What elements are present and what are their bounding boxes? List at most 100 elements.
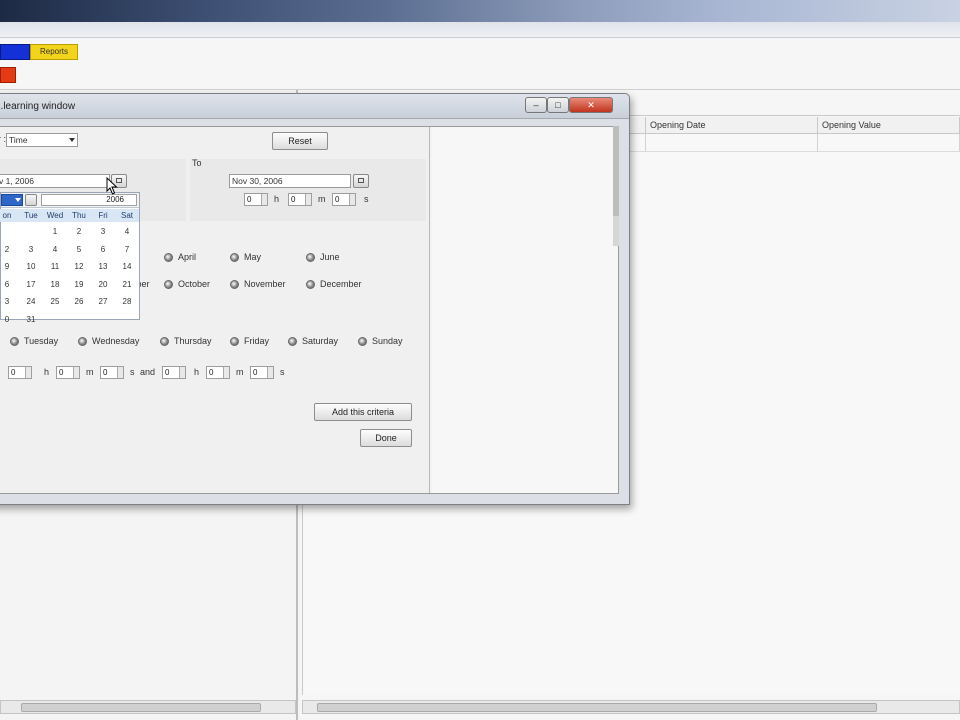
red-toolbar-button[interactable] — [0, 67, 16, 83]
calendar-day-cell[interactable]: 27 — [91, 293, 115, 310]
range-to-hour-spinner[interactable]: 0 — [162, 366, 186, 379]
calendar-day-cell[interactable]: 20 — [91, 276, 115, 293]
calendar-day-cell[interactable]: 3 — [91, 223, 115, 240]
calendar-day-cell[interactable]: 2 — [0, 241, 19, 258]
criteria-form: r : Time Reset To v 1, 2006 Nov 30, 2006… — [0, 127, 430, 493]
calendar-day-cell[interactable]: 9 — [0, 258, 19, 275]
month-radio-may[interactable] — [230, 253, 239, 262]
calendar-day-header: Thu — [67, 209, 91, 222]
to-label: To — [192, 158, 202, 168]
month-radio-april[interactable] — [164, 253, 173, 262]
done-button[interactable]: Done — [360, 429, 412, 447]
scrollbar-thumb[interactable] — [317, 703, 877, 712]
blue-toolbar-button[interactable] — [0, 44, 30, 60]
month-radio-november[interactable] — [230, 280, 239, 289]
calendar-day-cell[interactable]: 18 — [43, 276, 67, 293]
dialog-vertical-scrollbar[interactable] — [613, 126, 619, 246]
calendar-day-cell[interactable]: 14 — [115, 258, 139, 275]
calendar-header: 2006 — [1, 193, 139, 208]
reset-button[interactable]: Reset — [272, 132, 328, 150]
table-horizontal-scrollbar[interactable] — [302, 700, 960, 714]
table-row[interactable] — [818, 134, 960, 152]
month-radio-october[interactable] — [164, 280, 173, 289]
maximize-icon[interactable]: □ — [547, 97, 569, 113]
calendar-day-cell[interactable]: 5 — [67, 241, 91, 258]
range-from-minute-spinner[interactable]: 0 — [56, 366, 80, 379]
weekday-radio-thursday[interactable] — [160, 337, 169, 346]
calendar-day-cell[interactable]: 10 — [19, 258, 43, 275]
weekday-label-wednesday: Wednesday — [92, 336, 140, 346]
type-select-value: Time — [9, 135, 28, 145]
calendar-day-cell[interactable]: 21 — [115, 276, 139, 293]
range-to-second-spinner[interactable]: 0 — [250, 366, 274, 379]
calendar-day-cell[interactable]: 28 — [115, 293, 139, 310]
scrollbar-thumb[interactable] — [613, 126, 619, 216]
calendar-day-cell[interactable]: 31 — [19, 311, 43, 328]
calendar-day-cell[interactable]: 1 — [43, 223, 67, 240]
second-unit: s — [364, 194, 369, 204]
weekday-radio-wednesday[interactable] — [78, 337, 87, 346]
table-row[interactable] — [646, 134, 818, 152]
dialog-title: ...learning window — [0, 101, 76, 112]
scrollbar-thumb[interactable] — [21, 703, 261, 712]
weekday-radio-saturday[interactable] — [288, 337, 297, 346]
dialog-title-bar[interactable]: ...learning window – □ ✕ — [0, 94, 629, 119]
minimize-icon[interactable]: – — [525, 97, 547, 113]
reports-button[interactable]: Reports — [30, 44, 78, 60]
add-criteria-button[interactable]: Add this criteria — [314, 403, 412, 421]
calendar-day-cell[interactable]: 24 — [19, 293, 43, 310]
calendar-icon[interactable] — [353, 174, 369, 188]
calendar-day-cell[interactable]: 11 — [43, 258, 67, 275]
calendar-day-cell[interactable]: 13 — [91, 258, 115, 275]
second-unit: s — [280, 367, 285, 377]
minute-unit: m — [318, 194, 326, 204]
year-spinner[interactable]: 2006 — [41, 194, 137, 206]
calendar-day-cell[interactable]: 6 — [0, 276, 19, 293]
calendar-day-cell[interactable]: 25 — [43, 293, 67, 310]
month-label-may: May — [244, 252, 262, 262]
calendar-day-cell[interactable]: 4 — [43, 241, 67, 258]
calendar-day-cell[interactable]: 26 — [67, 293, 91, 310]
month-radio-june[interactable] — [306, 253, 315, 262]
dialog-body: r : Time Reset To v 1, 2006 Nov 30, 2006… — [0, 126, 619, 494]
calendar-day-header: on — [0, 209, 19, 222]
close-icon[interactable]: ✕ — [569, 97, 613, 113]
calendar-day-cell[interactable]: 19 — [67, 276, 91, 293]
range-from-hour-spinner[interactable]: 0 — [8, 366, 32, 379]
calendar-day-cell[interactable]: 7 — [115, 241, 139, 258]
calendar-day-cell[interactable]: 12 — [67, 258, 91, 275]
from-date-field[interactable]: v 1, 2006 — [0, 174, 110, 188]
to-minute-spinner[interactable]: 0 — [288, 193, 312, 206]
table-column-header-opening-value[interactable]: Opening Value — [818, 117, 960, 134]
month-stepper[interactable] — [25, 194, 37, 206]
weekday-radio-tuesday[interactable] — [10, 337, 19, 346]
calendar-day-cell[interactable]: 17 — [19, 276, 43, 293]
to-second-spinner[interactable]: 0 — [332, 193, 356, 206]
month-label-june: June — [320, 252, 340, 262]
hour-unit: h — [194, 367, 200, 377]
mouse-cursor-icon — [106, 177, 118, 195]
calendar-day-cell[interactable]: 0 — [0, 311, 19, 328]
month-label-april: April — [178, 252, 197, 262]
weekday-label-sunday: Sunday — [372, 336, 403, 346]
calendar-day-cell[interactable]: 6 — [91, 241, 115, 258]
month-select[interactable] — [1, 194, 23, 206]
minute-unit: m — [86, 367, 94, 377]
and-label: and — [140, 367, 156, 377]
table-column-header-opening-date[interactable]: Opening Date — [646, 117, 818, 134]
window-strip — [0, 22, 960, 38]
calendar-day-cell[interactable]: 3 — [0, 293, 19, 310]
calendar-day-cell[interactable]: 4 — [115, 223, 139, 240]
calendar-day-cell[interactable]: 2 — [67, 223, 91, 240]
weekday-radio-sunday[interactable] — [358, 337, 367, 346]
to-hour-spinner[interactable]: 0 — [244, 193, 268, 206]
month-radio-december[interactable] — [306, 280, 315, 289]
left-horizontal-scrollbar[interactable] — [0, 700, 296, 714]
range-from-second-spinner[interactable]: 0 — [100, 366, 124, 379]
weekday-radio-friday[interactable] — [230, 337, 239, 346]
calendar-day-cell[interactable]: 3 — [19, 241, 43, 258]
to-date-field[interactable]: Nov 30, 2006 — [229, 174, 351, 188]
type-select[interactable]: Time — [6, 133, 78, 147]
range-to-minute-spinner[interactable]: 0 — [206, 366, 230, 379]
date-picker-popup: 2006 on Tue Wed Thu Fri Sat 1 2 3 4 2 3 4 5 6 7 9 10 11 12 1… — [0, 192, 140, 324]
